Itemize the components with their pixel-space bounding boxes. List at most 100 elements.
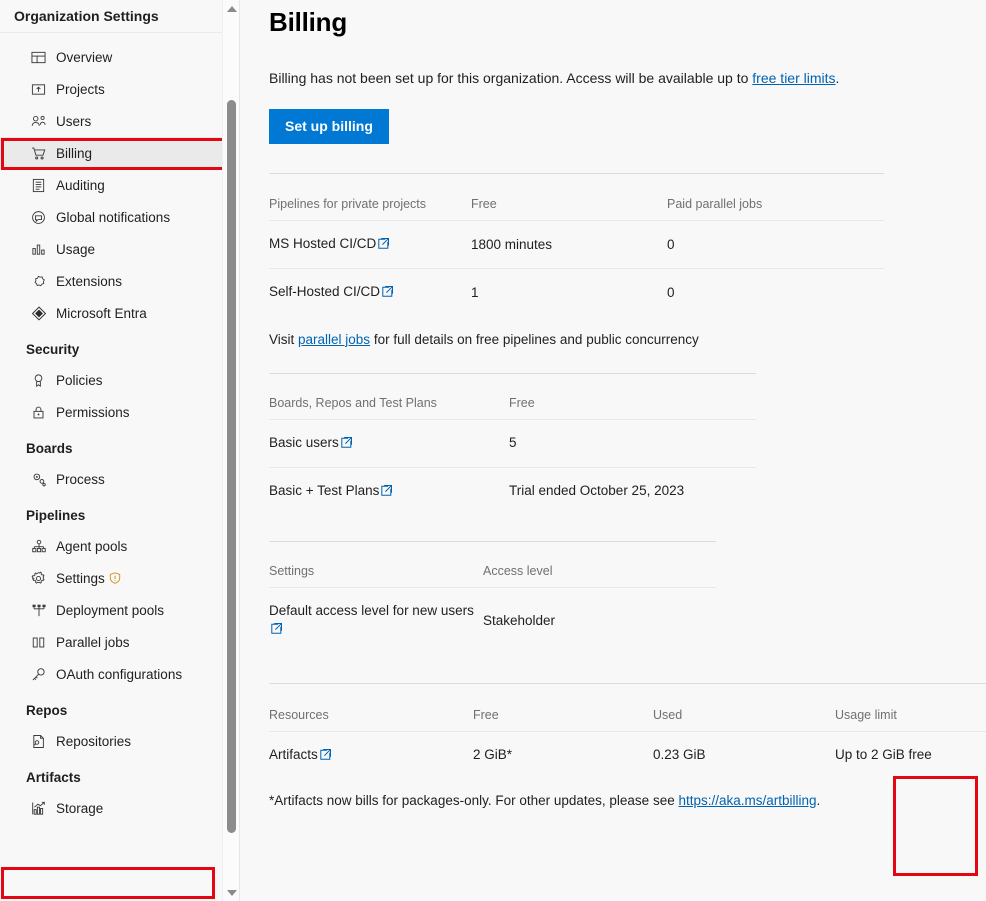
external-link-icon[interactable] [341,435,352,453]
sidebar-item-label: Global notifications [56,209,171,225]
annotation-box-storage [1,867,215,899]
col-header-paid-parallel-jobs: Paid parallel jobs [667,197,763,212]
sidebar-item-label: OAuth configurations [56,666,183,682]
artifacts-label: Artifacts [269,746,318,762]
settings-table: Settings Access level Default access lev… [269,564,716,654]
artifacts-note: *Artifacts now bills for packages-only. … [269,793,986,808]
sidebar-item-deployment-pools[interactable]: Deployment pools [0,594,222,626]
sidebar-item-label: Storage [56,800,104,816]
cell-free: Trial ended October 25, 2023 [509,466,756,516]
sidebar-item-extensions[interactable]: Extensions [0,265,222,297]
sidebar-item-projects[interactable]: Projects [0,73,222,105]
self-hosted-cicd-label: Self-Hosted CI/CD [269,284,381,300]
cell-paid: 0 [667,268,884,317]
sidebar-item-oauth-configurations[interactable]: OAuth configurations [0,658,222,690]
sidebar-divider [239,0,240,901]
artbilling-url-link[interactable]: https://aka.ms/artbilling [678,793,816,808]
overview-icon [30,49,47,65]
sidebar-item-settings[interactable]: Settings [0,562,222,594]
section-divider-4 [269,682,986,684]
sidebar-item-label: Repositories [56,733,132,749]
cell-pipeline-name: Self-Hosted CI/CD [269,268,471,317]
sidebar-item-repositories[interactable]: Repositories [0,725,222,757]
note-before: *Artifacts now bills for packages-only. … [269,792,679,808]
sidebar-group-pipelines: Pipelines [26,508,86,523]
sidebar-item-overview[interactable]: Overview [0,41,222,73]
sidebar-item-label: Deployment pools [56,602,165,618]
sidebar-item-parallel-jobs[interactable]: Parallel jobs [0,626,222,658]
cell-boards-name: Basic + Test Plans [269,466,509,516]
sidebar-header: Organization Settings [0,0,222,33]
sidebar-group-artifacts: Artifacts [26,770,81,785]
sidebar-item-billing[interactable]: Billing [0,137,222,169]
scrollbar-thumb[interactable] [227,100,236,833]
scroll-up-arrow-icon[interactable] [223,0,240,17]
external-link-icon[interactable] [320,747,331,765]
notifications-icon [30,209,47,225]
scroll-down-arrow-icon[interactable] [223,884,240,901]
parallel-jobs-note: Visit parallel jobs for full details on … [269,332,986,347]
cell-used: 0.23 GiB [653,730,835,779]
sidebar-item-usage[interactable]: Usage [0,233,222,265]
set-up-billing-button[interactable]: Set up billing [269,109,389,145]
basic-test-plans-label: Basic + Test Plans [269,482,380,498]
projects-icon [30,81,47,97]
col-header-free: Free [471,197,497,212]
sidebar-item-permissions[interactable]: Permissions [0,396,222,428]
billing-intro-text: Billing has not been set up for this org… [269,69,986,87]
auditing-icon [30,177,47,193]
sidebar-item-label: Permissions [56,404,130,420]
intro-after: . [835,70,840,86]
boards-table: Boards, Repos and Test Plans Free Basic … [269,396,756,516]
sidebar-item-microsoft-entra[interactable]: Microsoft Entra [0,297,222,329]
sidebar-item-label: Usage [56,241,96,257]
sidebar-item-users[interactable]: Users [0,105,222,137]
col-header-used: Used [653,707,683,722]
storage-chart-icon [30,800,47,816]
warning-shield-icon [109,572,121,584]
external-link-icon[interactable] [382,284,394,302]
cell-free: 5 [509,418,756,468]
sidebar-item-auditing[interactable]: Auditing [0,169,222,201]
external-link-icon[interactable] [378,236,390,254]
users-icon [30,113,47,129]
free-tier-limits-link[interactable]: free tier limits [752,70,835,86]
sidebar-item-label: Users [56,113,92,129]
sidebar-item-storage[interactable]: Storage [0,792,222,824]
default-access-level-label: Default access level for new users [269,603,474,619]
cell-resource-name: Artifacts [269,730,473,779]
sidebar-item-process[interactable]: Process [0,463,222,495]
deployment-pools-icon [30,602,47,618]
oauth-key-icon [30,666,47,682]
section-divider-2 [269,372,756,374]
cell-setting-name: Default access level for new users [269,587,483,654]
organization-settings-page: Organization Settings Overview Projects Us… [0,0,986,901]
cell-free: 2 GiB* [473,730,653,779]
sidebar-item-label: Extensions [56,273,123,289]
sidebar-group-security: Security [26,342,80,357]
parallel-jobs-icon [30,634,47,650]
sidebar-item-label: Billing [56,145,93,161]
repositories-icon [30,733,47,749]
sidebar-scrollbar[interactable] [222,0,239,901]
table-row: Artifacts 2 GiB* 0.23 GiB Up to 2 GiB fr… [269,730,986,779]
permissions-lock-icon [30,404,47,420]
table-header-row: Pipelines for private projects Free Paid… [269,197,884,221]
col-header-pipelines: Pipelines for private projects [269,197,427,212]
usage-chart-icon [30,241,47,257]
cell-free: 1800 minutes [471,220,667,269]
pipelines-table: Pipelines for private projects Free Paid… [269,197,884,317]
sidebar-item-policies[interactable]: Policies [0,364,222,396]
note-after: for full details on free pipelines and p… [370,331,699,347]
parallel-jobs-link[interactable]: parallel jobs [298,332,370,347]
external-link-icon[interactable] [381,483,393,501]
sidebar-item-label: Process [56,471,105,487]
sidebar-item-global-notifications[interactable]: Global notifications [0,201,222,233]
table-row: Basic + Test Plans Trial ended October 2… [269,466,756,516]
table-row: Default access level for new users Stake… [269,587,716,654]
cell-free: 1 [471,268,667,317]
sidebar-item-agent-pools[interactable]: Agent pools [0,530,222,562]
table-header-row: Resources Free Used Usage limit [269,708,986,732]
note-after: . [816,792,821,808]
external-link-icon[interactable] [271,621,282,639]
